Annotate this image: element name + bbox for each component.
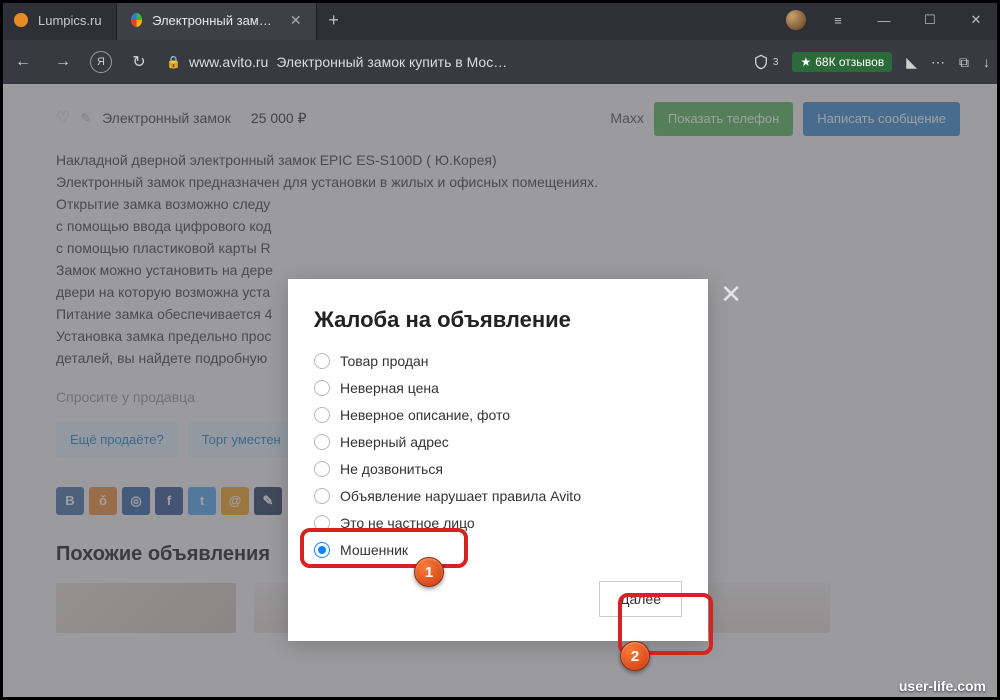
lock-icon: 🔒 [166, 55, 181, 69]
option-label: Неверная цена [340, 380, 439, 396]
radio-icon [314, 380, 330, 396]
close-button[interactable]: ✕ [962, 12, 990, 28]
shield-count: 3 [773, 57, 779, 68]
star-icon: ★ [800, 55, 811, 69]
shield-badge[interactable]: 3 [753, 54, 779, 70]
titlebar: Lumpics.ru Электронный замок ку… ✕ + ≡ —… [0, 0, 1000, 40]
annotation-badge-1: 1 [414, 557, 444, 587]
option-label: Не дозвониться [340, 461, 443, 477]
menu-icon[interactable]: ≡ [824, 13, 852, 28]
complaint-modal: ✕ Жалоба на объявление Товар продан Неве… [288, 279, 708, 641]
minimize-button[interactable]: — [870, 13, 898, 28]
option-label: Товар продан [340, 353, 429, 369]
url-host: www.avito.ru [189, 54, 268, 70]
radio-icon [314, 488, 330, 504]
avatar[interactable] [786, 10, 806, 30]
page-content: ♡ ✎ Электронный замок 25 000 ₽ Maxx Пока… [0, 84, 1000, 700]
annotation-highlight-1 [300, 528, 468, 568]
toolbar: ← → Я ↻ 🔒 www.avito.ru Электронный замок… [0, 40, 1000, 84]
option-wrong-desc[interactable]: Неверное описание, фото [314, 407, 682, 423]
reviews-text: 68К отзывов [815, 55, 884, 69]
annotation-badge-2: 2 [620, 641, 650, 671]
url-path: Электронный замок купить в Мос… [276, 54, 507, 70]
maximize-button[interactable]: ☐ [916, 12, 944, 28]
address-bar[interactable]: 🔒 www.avito.ru Электронный замок купить … [166, 54, 739, 70]
favicon-avito [131, 13, 142, 27]
watermark: user-life.com [899, 678, 986, 694]
option-label: Объявление нарушает правила Avito [340, 488, 581, 504]
reload-button[interactable]: ↻ [126, 52, 152, 72]
bookmark-icon[interactable]: ◣ [906, 54, 917, 71]
back-button[interactable]: ← [10, 53, 36, 71]
option-label: Неверное описание, фото [340, 407, 510, 423]
downloads-icon[interactable]: ↓ [983, 54, 990, 70]
option-rules-violation[interactable]: Объявление нарушает правила Avito [314, 488, 682, 504]
radio-icon [314, 353, 330, 369]
reviews-badge[interactable]: ★ 68К отзывов [792, 52, 892, 72]
favicon-lumpics [14, 13, 28, 27]
tab-avito[interactable]: Электронный замок ку… ✕ [117, 0, 317, 40]
tab-label: Lumpics.ru [38, 13, 102, 28]
radio-icon [314, 461, 330, 477]
option-no-answer[interactable]: Не дозвониться [314, 461, 682, 477]
option-sold[interactable]: Товар продан [314, 353, 682, 369]
modal-close-button[interactable]: ✕ [720, 279, 742, 310]
collections-icon[interactable]: ⧉ [959, 54, 969, 71]
radio-icon [314, 407, 330, 423]
option-label: Неверный адрес [340, 434, 449, 450]
yandex-button[interactable]: Я [90, 51, 112, 73]
option-wrong-address[interactable]: Неверный адрес [314, 434, 682, 450]
forward-button[interactable]: → [50, 53, 76, 71]
modal-title: Жалоба на объявление [314, 307, 682, 333]
close-icon[interactable]: ✕ [290, 12, 302, 29]
radio-icon [314, 434, 330, 450]
option-wrong-price[interactable]: Неверная цена [314, 380, 682, 396]
tab-lumpics[interactable]: Lumpics.ru [0, 0, 117, 40]
new-tab-button[interactable]: + [317, 0, 351, 40]
tab-label: Электронный замок ку… [152, 13, 274, 28]
extensions-icon[interactable]: ⋯ [931, 54, 945, 71]
